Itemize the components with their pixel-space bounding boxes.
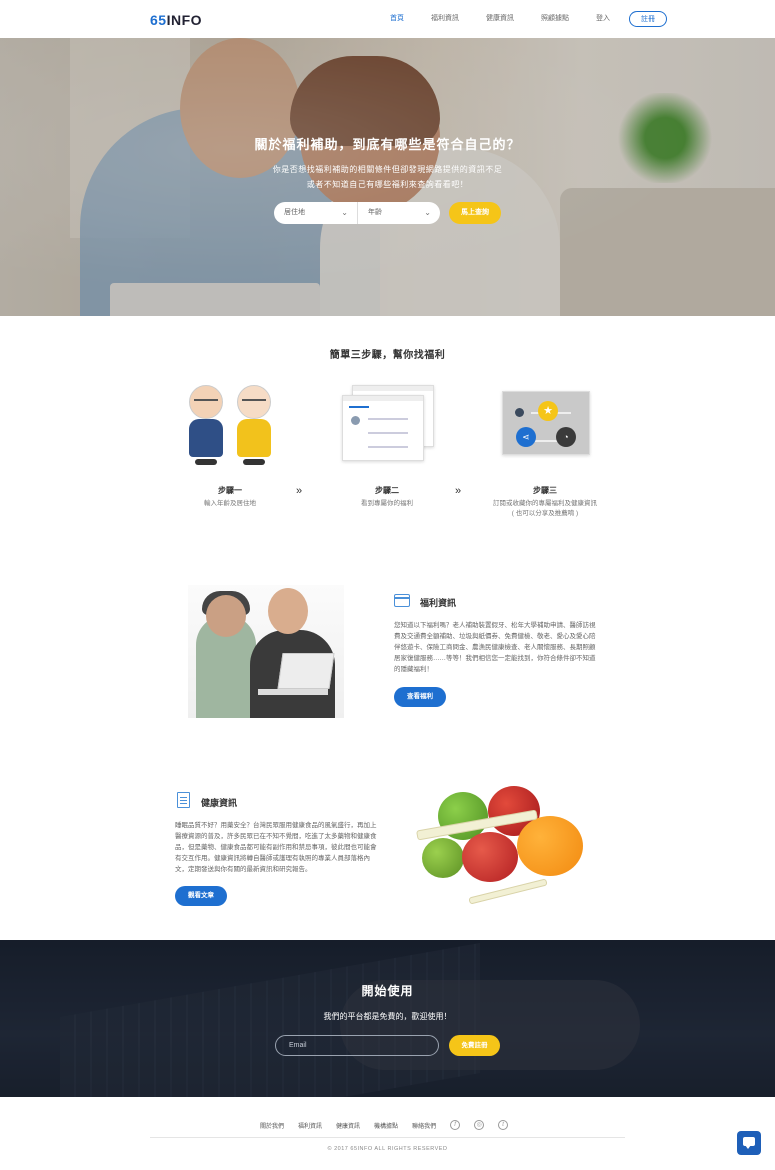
mockup-line [349, 406, 369, 408]
residence-select[interactable]: 居住地 ⌄ [274, 202, 357, 224]
age-select[interactable]: 年齡 ⌄ [357, 202, 440, 224]
star-icon: ★ [538, 401, 558, 421]
facebook-icon[interactable]: f [450, 1120, 461, 1130]
mockup-bar [343, 396, 423, 401]
steps-section-title: 簡單三步驟，幫你找福利 [329, 350, 446, 361]
hero-overlay [0, 38, 775, 316]
step-one-title: 步驟一 [218, 486, 242, 495]
share-icon: ⋖ [516, 427, 536, 447]
elderly-couple-laptop-photo [188, 585, 344, 718]
main-menu: 首頁 福利資訊 健康資訊 照顧據點 登入 註冊 [390, 11, 667, 27]
grandpa-body [189, 419, 223, 457]
grandma-icon [231, 385, 277, 469]
nav-item-health[interactable]: 健康資訊 [486, 11, 514, 27]
grandpa-glasses [194, 399, 218, 405]
footer-link-institutions[interactable]: 機構據點 [374, 1121, 398, 1130]
instagram-icon[interactable]: ◎ [474, 1120, 485, 1130]
photo-orange [517, 816, 583, 876]
get-started-section: 開始使用 我們的平台都是免費的，歡迎使用！ Email 免費註冊 [0, 940, 775, 1097]
health-section-body: 睡眠品質不好？用藥安全？台灣民眾服用健康食品的風氣盛行，再加上醫療資源的普及，許… [175, 822, 377, 873]
copyright-text: © 2017 65INFO ALL RIGHTS RESERVED [327, 1146, 448, 1152]
hero-subtitle-line1: 你是否想找福利補助的相關條件但卻發現網路提供的資訊不足 [272, 165, 503, 174]
hero-search-bar: 居住地 ⌄ 年齡 ⌄ [274, 202, 440, 224]
step-three: ★ ⋖ ◔ 步驟三 訂閱或收藏你的專屬福利及健康資訊 ( 也可以分享及推薦唷 ) [470, 375, 620, 519]
step-one: 步驟一 輸入年齡及居住地 [155, 375, 305, 509]
rss-icon: ◔ [556, 427, 576, 447]
doc-icon-line [180, 803, 187, 804]
step-two-title: 步驟二 [375, 486, 399, 495]
register-button[interactable]: 註冊 [629, 11, 667, 27]
step-one-desc: 輸入年齡及居住地 [204, 500, 256, 507]
browser-window-icon [394, 594, 410, 607]
footer-link-welfare[interactable]: 福利資訊 [298, 1121, 322, 1130]
grandpa-feet [195, 459, 217, 465]
view-articles-button[interactable]: 觀看文章 [175, 886, 227, 906]
footer-links: 關於我們 福利資訊 健康資訊 機構據點 聯絡我們 f ◎ t [260, 1120, 522, 1130]
free-register-button[interactable]: 免費註冊 [449, 1035, 500, 1056]
hero-banner: 關於福利補助，到底有哪些是符合自己的？ 你是否想找福利補助的相關條件但卻發現網路… [0, 38, 775, 316]
chevron-down-icon: ⌄ [341, 208, 348, 217]
photo-apple-front [462, 832, 518, 882]
photo-laptop-base [258, 689, 328, 695]
mockup-bar [353, 386, 433, 391]
mockup-avatar [515, 408, 524, 417]
site-logo[interactable]: 65INFO [150, 12, 202, 28]
document-icon [177, 792, 190, 808]
footer-link-contact[interactable]: 聯絡我們 [412, 1121, 436, 1130]
step-three-desc: 訂閱或收藏你的專屬福利及健康資訊 [493, 500, 597, 507]
welfare-list-mockup [312, 375, 462, 475]
elderly-couple-illustration [155, 375, 305, 475]
welfare-section-body: 您知道以下福利嗎？老人補助裝置假牙、松年大學補助申請、醫師訪視費及交通費全額補助… [394, 622, 596, 673]
grandma-glasses [242, 399, 266, 405]
chevron-down-icon: ⌄ [424, 208, 431, 217]
subscribe-share-mockup: ★ ⋖ ◔ [470, 375, 620, 475]
chat-bubble-icon [743, 1137, 755, 1149]
step-three-note: ( 也可以分享及推薦唷 ) [511, 510, 579, 517]
hero-subtitle-line2: 或者不知道自己有哪些福利來查詢看看吧！ [306, 180, 469, 189]
view-welfare-button[interactable]: 查看福利 [394, 687, 446, 707]
mockup-line [368, 432, 408, 434]
step-two-desc: 看到專屬你的福利 [361, 500, 413, 507]
photo-man-face [268, 588, 308, 634]
twitter-icon[interactable]: t [498, 1120, 509, 1130]
top-navbar: 65INFO 首頁 福利資訊 健康資訊 照顧據點 登入 註冊 [0, 0, 775, 38]
grandma-feet [243, 459, 265, 465]
step-two: 步驟二 看到專屬你的福利 [312, 375, 462, 509]
photo-tape-measure-end [468, 878, 548, 905]
photo-lime [422, 838, 464, 878]
mockup-window-front [342, 395, 424, 461]
doc-icon-line [180, 800, 187, 801]
footer-link-about[interactable]: 關於我們 [260, 1121, 284, 1130]
nav-item-care-points[interactable]: 照顧據點 [541, 11, 569, 27]
footer-divider [150, 1137, 625, 1138]
doc-icon-line [180, 797, 187, 798]
photo-woman-face [206, 595, 246, 637]
get-started-subtitle: 我們的平台都是免費的，歡迎使用！ [323, 1012, 452, 1021]
email-input[interactable]: Email [275, 1035, 439, 1056]
step-arrow-icon: » [455, 485, 462, 497]
get-started-title: 開始使用 [361, 984, 414, 998]
search-now-button[interactable]: 馬上查詢 [449, 202, 501, 224]
grandma-body [237, 419, 271, 457]
mockup-line [368, 446, 408, 448]
hero-title: 關於福利補助，到底有哪些是符合自己的？ [254, 137, 521, 152]
step-three-title: 步驟三 [533, 486, 557, 495]
grandpa-icon [183, 385, 229, 469]
mockup-avatar [351, 416, 360, 425]
health-section-title: 健康資訊 [201, 798, 238, 808]
nav-item-welfare[interactable]: 福利資訊 [431, 11, 459, 27]
mockup-line [368, 418, 408, 420]
photo-laptop-screen [277, 653, 335, 689]
nav-item-login[interactable]: 登入 [596, 11, 610, 27]
step-arrow-icon: » [296, 485, 303, 497]
welfare-section-title: 福利資訊 [420, 598, 457, 608]
footer-link-health[interactable]: 健康資訊 [336, 1121, 360, 1130]
nav-item-home[interactable]: 首頁 [390, 11, 404, 27]
chat-widget-button[interactable] [737, 1131, 761, 1155]
